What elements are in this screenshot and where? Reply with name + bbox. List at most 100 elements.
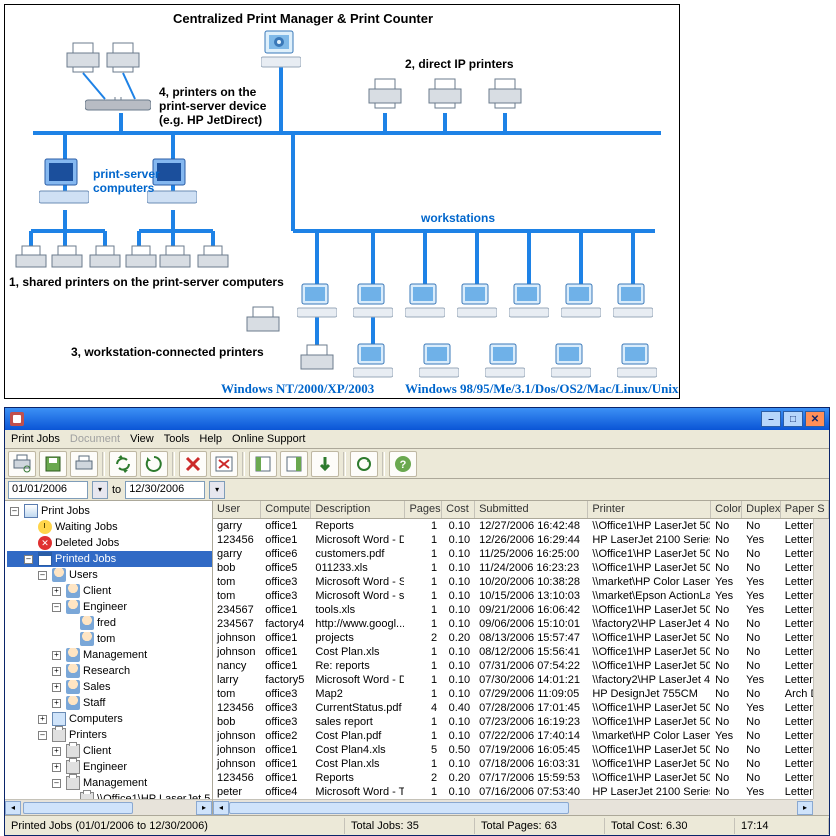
cell: No bbox=[711, 702, 742, 714]
cell: 0.10 bbox=[442, 730, 475, 742]
label-print-server-computers: print-server computers bbox=[93, 167, 173, 195]
col-user[interactable]: User bbox=[213, 501, 261, 518]
table-row[interactable]: 123456office1Reports20.2007/17/2006 15:5… bbox=[213, 771, 829, 785]
table-row[interactable]: tomoffice3Microsoft Word - S...10.1010/2… bbox=[213, 575, 829, 589]
table-row[interactable]: johnsonoffice1projects20.2008/13/2006 15… bbox=[213, 631, 829, 645]
cell: 0.10 bbox=[442, 604, 475, 616]
tree-user-fred[interactable]: fred bbox=[7, 615, 212, 631]
scroll-left-icon[interactable]: ◂ bbox=[5, 801, 21, 815]
scroll-thumb[interactable] bbox=[23, 802, 133, 814]
workstation-icon bbox=[419, 343, 459, 379]
scroll-right-icon[interactable]: ▸ bbox=[797, 801, 813, 815]
date-from-dropdown[interactable]: ▾ bbox=[92, 481, 108, 499]
refresh-sync-button[interactable] bbox=[109, 451, 137, 477]
menu-online-support[interactable]: Online Support bbox=[232, 433, 305, 445]
save-button[interactable] bbox=[39, 451, 67, 477]
tree-root[interactable]: –Print Jobs bbox=[7, 503, 212, 519]
tree-usergroup-sales[interactable]: +Sales bbox=[7, 679, 212, 695]
date-to-input[interactable]: 12/30/2006 bbox=[125, 481, 205, 499]
tree-prgroup-management[interactable]: –Management bbox=[7, 775, 212, 791]
grid-hscroll[interactable]: ◂ ▸ bbox=[213, 799, 813, 815]
col-pages[interactable]: Pages bbox=[405, 501, 442, 518]
col-cost[interactable]: Cost bbox=[442, 501, 475, 518]
minimize-button[interactable]: – bbox=[761, 411, 781, 427]
table-row[interactable]: boboffice3sales report10.1007/23/2006 16… bbox=[213, 715, 829, 729]
cell: No bbox=[711, 786, 742, 798]
date-from-input[interactable]: 01/01/2006 bbox=[8, 481, 88, 499]
grid-vscroll[interactable] bbox=[813, 519, 829, 799]
delete-button[interactable] bbox=[179, 451, 207, 477]
tree-deleted[interactable]: ✕Deleted Jobs bbox=[7, 535, 212, 551]
delete-record-button[interactable] bbox=[210, 451, 238, 477]
date-to-dropdown[interactable]: ▾ bbox=[209, 481, 225, 499]
table-row[interactable]: boboffice5011233.xls10.1011/24/2006 16:2… bbox=[213, 561, 829, 575]
table-row[interactable]: nancyoffice1Re: reports10.1007/31/2006 0… bbox=[213, 659, 829, 673]
reload-button[interactable] bbox=[350, 451, 378, 477]
col-computer[interactable]: Computer bbox=[261, 501, 311, 518]
cell: 0.10 bbox=[442, 520, 475, 532]
col-printer[interactable]: Printer bbox=[588, 501, 711, 518]
tree-prgroup-client[interactable]: +Client bbox=[7, 743, 212, 759]
grid-header[interactable]: UserComputerDescriptionPagesCostSubmitte… bbox=[213, 501, 829, 519]
status-bar: Printed Jobs (01/01/2006 to 12/30/2006) … bbox=[5, 815, 829, 835]
tree-prgroup-engineer[interactable]: +Engineer bbox=[7, 759, 212, 775]
table-row[interactable]: peteroffice4Microsoft Word - T...10.1007… bbox=[213, 785, 829, 799]
col-duplex[interactable]: Duplex bbox=[742, 501, 781, 518]
menu-print-jobs[interactable]: Print Jobs bbox=[11, 433, 60, 445]
refresh-button[interactable] bbox=[140, 451, 168, 477]
tree-users[interactable]: –Users bbox=[7, 567, 212, 583]
table-row[interactable]: larryfactory5Microsoft Word - D...10.100… bbox=[213, 673, 829, 687]
table-row[interactable]: garryoffice6customers.pdf10.1011/25/2006… bbox=[213, 547, 829, 561]
cell: No bbox=[711, 688, 742, 700]
tree-user-tom[interactable]: tom bbox=[7, 631, 212, 647]
scroll-right-icon[interactable]: ▸ bbox=[196, 801, 212, 815]
col-description[interactable]: Description bbox=[311, 501, 405, 518]
help-button[interactable]: ? bbox=[389, 451, 417, 477]
grid-body[interactable]: garryoffice1Reports10.1012/27/2006 16:42… bbox=[213, 519, 829, 815]
table-row[interactable]: tomoffice3Microsoft Word - s...10.1010/1… bbox=[213, 589, 829, 603]
table-row[interactable]: johnsonoffice1Cost Plan.xls10.1008/12/20… bbox=[213, 645, 829, 659]
col-color[interactable]: Color bbox=[711, 501, 742, 518]
table-row[interactable]: tomoffice3Map210.1007/29/2006 11:09:05HP… bbox=[213, 687, 829, 701]
cell: 0.10 bbox=[442, 646, 475, 658]
table-row[interactable]: garryoffice1Reports10.1012/27/2006 16:42… bbox=[213, 519, 829, 533]
close-button[interactable]: ✕ bbox=[805, 411, 825, 427]
tree-usergroup-engineer[interactable]: –Engineer bbox=[7, 599, 212, 615]
scroll-thumb[interactable] bbox=[229, 802, 569, 814]
move-down-button[interactable] bbox=[311, 451, 339, 477]
cell: office1 bbox=[261, 534, 311, 546]
tree-usergroup-management[interactable]: +Management bbox=[7, 647, 212, 663]
titlebar[interactable]: – □ ✕ bbox=[5, 408, 829, 430]
cell: tom bbox=[213, 590, 261, 602]
table-row[interactable]: 123456office3CurrentStatus.pdf40.4007/28… bbox=[213, 701, 829, 715]
menu-help[interactable]: Help bbox=[199, 433, 222, 445]
tree-usergroup-client[interactable]: +Client bbox=[7, 583, 212, 599]
table-row[interactable]: 234567office1tools.xls10.1009/21/2006 16… bbox=[213, 603, 829, 617]
tree-computers[interactable]: +Computers bbox=[7, 711, 212, 727]
table-row[interactable]: johnsonoffice1Cost Plan4.xls50.5007/19/2… bbox=[213, 743, 829, 757]
menu-tools[interactable]: Tools bbox=[164, 433, 190, 445]
tree-hscroll[interactable]: ◂ ▸ bbox=[5, 799, 212, 815]
menu-view[interactable]: View bbox=[130, 433, 154, 445]
column-left-button[interactable] bbox=[249, 451, 277, 477]
tree-usergroup-staff[interactable]: +Staff bbox=[7, 695, 212, 711]
tree-printed[interactable]: –Printed Jobs bbox=[7, 551, 212, 567]
printer-icon bbox=[157, 245, 193, 273]
tree-printers[interactable]: –Printers bbox=[7, 727, 212, 743]
scroll-left-icon[interactable]: ◂ bbox=[213, 801, 229, 815]
maximize-button[interactable]: □ bbox=[783, 411, 803, 427]
tree-usergroup-research[interactable]: +Research bbox=[7, 663, 212, 679]
table-row[interactable]: 123456office1Microsoft Word - D...10.101… bbox=[213, 533, 829, 547]
tree-waiting[interactable]: Waiting Jobs bbox=[7, 519, 212, 535]
cell: \\factory2\HP LaserJet 4050 ... bbox=[588, 618, 711, 630]
print-button[interactable] bbox=[70, 451, 98, 477]
col-paper-s[interactable]: Paper S bbox=[781, 501, 829, 518]
print-preview-button[interactable] bbox=[8, 451, 36, 477]
col-submitted[interactable]: Submitted bbox=[475, 501, 588, 518]
column-right-button[interactable] bbox=[280, 451, 308, 477]
cell: \\Office1\HP LaserJet 5000 ... bbox=[588, 660, 711, 672]
table-row[interactable]: johnsonoffice2Cost Plan.pdf10.1007/22/20… bbox=[213, 729, 829, 743]
table-row[interactable]: 234567factory4http://www.googl...10.1009… bbox=[213, 617, 829, 631]
table-row[interactable]: johnsonoffice1Cost Plan.xls10.1007/18/20… bbox=[213, 757, 829, 771]
cell: \\Office1\HP LaserJet 5000 ... bbox=[588, 716, 711, 728]
